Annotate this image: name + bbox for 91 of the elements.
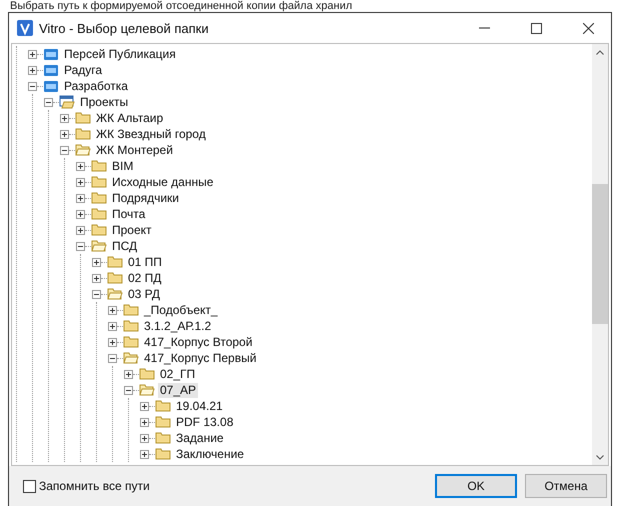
folder-icon: [91, 191, 107, 205]
collapse-icon[interactable]: [92, 290, 101, 298]
tree-item[interactable]: 3.1.2_АР.1.2: [142, 318, 214, 334]
folder-icon: [75, 111, 91, 125]
folder-icon: [155, 431, 171, 445]
tree-item[interactable]: Заключение: [174, 446, 246, 462]
open-folder-icon: [91, 239, 107, 253]
folder-icon: [123, 303, 139, 317]
expand-icon[interactable]: [92, 274, 101, 282]
folder-icon: [139, 367, 155, 381]
folder-icon: [75, 127, 91, 141]
tree-item[interactable]: ПСД: [110, 238, 140, 254]
cancel-button[interactable]: Отмена: [525, 474, 607, 498]
expand-icon[interactable]: [108, 306, 117, 314]
tree-item[interactable]: Разработка: [62, 78, 130, 94]
tree-item[interactable]: Радуга: [62, 62, 104, 78]
expand-icon[interactable]: [76, 210, 85, 218]
expand-icon[interactable]: [76, 178, 85, 186]
folder-icon: [155, 415, 171, 429]
tree-item[interactable]: _Подобъект_: [142, 302, 220, 318]
close-icon[interactable]: [582, 22, 594, 34]
expand-icon[interactable]: [76, 194, 85, 202]
tree-item[interactable]: Почта: [110, 206, 148, 222]
expand-icon[interactable]: [28, 50, 37, 58]
expand-icon[interactable]: [92, 258, 101, 266]
database-icon: [43, 79, 59, 93]
folder-icon: [155, 447, 171, 461]
tree-item[interactable]: 19.04.21: [174, 398, 225, 414]
tree-item[interactable]: 01 ПП: [126, 254, 164, 270]
tree-item[interactable]: ЖК Альтаир: [94, 110, 166, 126]
scroll-down-icon[interactable]: [596, 454, 604, 460]
tree-item[interactable]: 02 ПД: [126, 270, 164, 286]
expand-icon[interactable]: [60, 130, 69, 138]
checkbox-label[interactable]: Запомнить все пути: [39, 479, 150, 493]
scrollbar[interactable]: [592, 44, 608, 465]
tree-item[interactable]: Исходные данные: [110, 174, 216, 190]
collapse-icon[interactable]: [28, 82, 37, 90]
scrollbar-thumb[interactable]: [592, 184, 608, 324]
folder-icon: [107, 255, 123, 269]
expand-icon[interactable]: [140, 434, 149, 442]
expand-icon[interactable]: [108, 338, 117, 346]
expand-icon[interactable]: [76, 162, 85, 170]
folder-icon: [91, 175, 107, 189]
tree-item[interactable]: ЖК Монтерей: [94, 142, 175, 158]
folder-icon: [91, 207, 107, 221]
open-folder-icon: [139, 383, 155, 397]
folder-icon: [91, 159, 107, 173]
tree-item[interactable]: PDF 13.08: [174, 414, 236, 430]
ok-button[interactable]: OK: [435, 474, 517, 498]
tree-item[interactable]: Проекты: [78, 94, 130, 110]
checkbox[interactable]: [23, 480, 36, 492]
collapse-icon[interactable]: [60, 146, 69, 154]
tree-item[interactable]: Проект: [110, 222, 154, 238]
expand-icon[interactable]: [76, 226, 85, 234]
tree-item[interactable]: 417_Корпус Второй: [142, 334, 254, 350]
folder-icon: [107, 271, 123, 285]
tree-item[interactable]: 07_АР: [158, 382, 198, 398]
minimize-icon[interactable]: [478, 27, 490, 29]
expand-icon[interactable]: [140, 402, 149, 410]
tree-item[interactable]: Персей Публикация: [62, 46, 178, 62]
maximize-icon[interactable]: [530, 22, 542, 34]
tree-item[interactable]: Задание: [174, 430, 226, 446]
folder-icon: [91, 223, 107, 237]
database-icon: [43, 63, 59, 77]
collapse-icon[interactable]: [76, 242, 85, 250]
tree-item[interactable]: ЖК Звездный город: [94, 126, 208, 142]
expand-icon[interactable]: [60, 114, 69, 122]
window-folder-icon: [59, 95, 75, 109]
tree-item[interactable]: 02_ГП: [158, 366, 198, 382]
tree-item[interactable]: Подрядчики: [110, 190, 181, 206]
folder-icon: [123, 335, 139, 349]
expand-icon[interactable]: [28, 66, 37, 74]
database-icon: [43, 47, 59, 61]
expand-icon[interactable]: [108, 322, 117, 330]
app-logo-icon: [17, 20, 33, 36]
tree-item[interactable]: 417_Корпус Первый: [142, 350, 258, 366]
tree-item[interactable]: BIM: [110, 158, 136, 174]
open-folder-icon: [75, 143, 91, 157]
collapse-icon[interactable]: [124, 386, 133, 394]
open-folder-icon: [123, 351, 139, 365]
folder-icon: [123, 319, 139, 333]
tree-item[interactable]: 03 РД: [126, 286, 162, 302]
scroll-up-icon[interactable]: [596, 50, 604, 54]
window-title: Vitro - Выбор целевой папки: [39, 20, 210, 36]
expand-icon[interactable]: [124, 370, 133, 378]
open-folder-icon: [107, 287, 123, 301]
expand-icon[interactable]: [140, 450, 149, 458]
collapse-icon[interactable]: [108, 354, 117, 362]
expand-icon[interactable]: [140, 418, 149, 426]
collapse-icon[interactable]: [44, 98, 53, 106]
background-text: Выбрать путь к формируемой отсоединенной копии файла хранил: [9, 0, 354, 12]
